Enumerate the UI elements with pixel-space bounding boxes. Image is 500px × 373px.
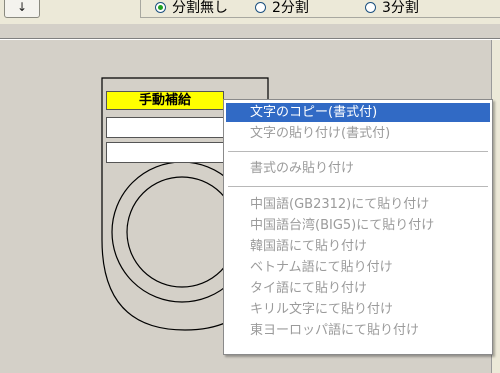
menu-item-copy-formatted[interactable]: 文字のコピー(書式付) <box>226 103 490 122</box>
menu-item-paste-east-european[interactable]: 東ヨーロッパ語にて貼り付け <box>226 321 490 340</box>
menu-item-paste-formatted[interactable]: 文字の貼り付け(書式付) <box>226 124 490 143</box>
menu-item-paste-korean[interactable]: 韓国語にて貼り付け <box>226 237 490 256</box>
menu-item-paste-vietnamese[interactable]: ベトナム語にて貼り付け <box>226 258 490 277</box>
menu-item-paste-gb2312[interactable]: 中国語(GB2312)にて貼り付け <box>226 195 490 214</box>
menu-separator <box>228 151 488 152</box>
menu-item-paste-thai[interactable]: タイ語にて貼り付け <box>226 279 490 298</box>
text-field-1[interactable] <box>106 117 226 138</box>
manual-supply-field[interactable]: 手動補給 <box>106 91 224 110</box>
text-field-2[interactable] <box>106 142 226 163</box>
menu-item-paste-format-only[interactable]: 書式のみ貼り付け <box>226 159 490 178</box>
menu-separator <box>228 186 488 187</box>
context-menu: 文字のコピー(書式付) 文字の貼り付け(書式付) 書式のみ貼り付け 中国語(GB… <box>223 99 493 355</box>
menu-item-paste-cyrillic[interactable]: キリル文字にて貼り付け <box>226 300 490 319</box>
menu-item-paste-big5[interactable]: 中国語台湾(BIG5)にて貼り付け <box>226 216 490 235</box>
